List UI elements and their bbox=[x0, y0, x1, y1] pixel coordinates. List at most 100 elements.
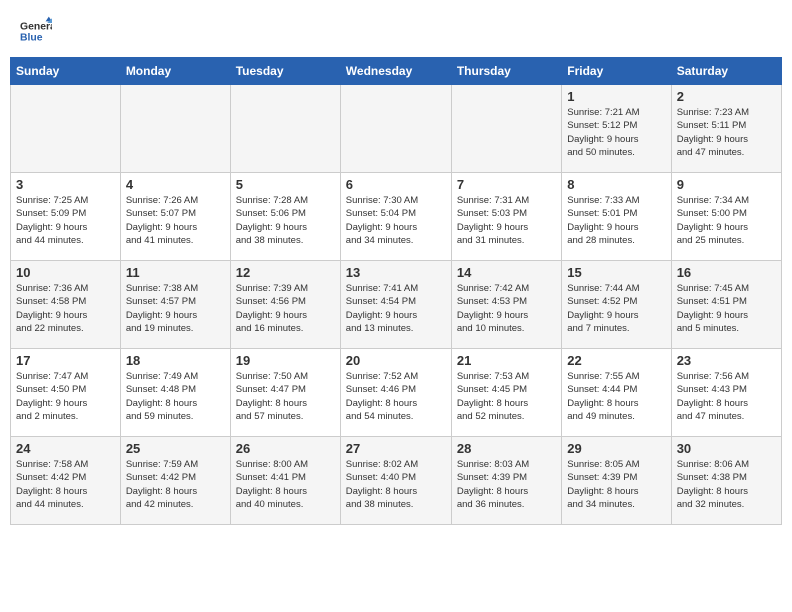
calendar-cell: 14Sunrise: 7:42 AM Sunset: 4:53 PM Dayli… bbox=[451, 261, 561, 349]
day-info: Sunrise: 7:49 AM Sunset: 4:48 PM Dayligh… bbox=[126, 370, 225, 423]
weekday-header-tuesday: Tuesday bbox=[230, 58, 340, 85]
day-info: Sunrise: 7:47 AM Sunset: 4:50 PM Dayligh… bbox=[16, 370, 115, 423]
weekday-header-thursday: Thursday bbox=[451, 58, 561, 85]
day-number: 6 bbox=[346, 177, 446, 192]
day-number: 16 bbox=[677, 265, 776, 280]
day-info: Sunrise: 7:28 AM Sunset: 5:06 PM Dayligh… bbox=[236, 194, 335, 247]
calendar-cell: 8 Sunrise: 7:33 AM Sunset: 5:01 PM Daylig… bbox=[562, 173, 671, 261]
calendar-cell: 24 Sunrise: 7:58 AM Sunset: 4:42 PM Dayli… bbox=[11, 437, 121, 525]
day-number: 22 bbox=[567, 353, 665, 368]
day-number: 15 bbox=[567, 265, 665, 280]
weekday-header-wednesday: Wednesday bbox=[340, 58, 451, 85]
weekday-row: SundayMondayTuesdayWednesdayThursdayFrid… bbox=[11, 58, 782, 85]
day-number: 23 bbox=[677, 353, 776, 368]
weekday-header-friday: Friday bbox=[562, 58, 671, 85]
day-info: Sunrise: 7:30 AM Sunset: 5:04 PM Dayligh… bbox=[346, 194, 446, 247]
calendar-header: SundayMondayTuesdayWednesdayThursdayFrid… bbox=[11, 58, 782, 85]
day-number: 2 bbox=[677, 89, 776, 104]
calendar-table: SundayMondayTuesdayWednesdayThursdayFrid… bbox=[10, 57, 782, 525]
svg-text:General: General bbox=[20, 21, 52, 32]
calendar-cell: 9Sunrise: 7:34 AM Sunset: 5:00 PM Daylig… bbox=[671, 173, 781, 261]
calendar-week-4: 17 Sunrise: 7:47 AM Sunset: 4:50 PM Dayli… bbox=[11, 349, 782, 437]
day-number: 12 bbox=[236, 265, 335, 280]
calendar-cell: 6 Sunrise: 7:30 AM Sunset: 5:04 PM Daylig… bbox=[340, 173, 451, 261]
calendar-cell: 4Sunrise: 7:26 AM Sunset: 5:07 PM Daylig… bbox=[120, 173, 230, 261]
day-number: 19 bbox=[236, 353, 335, 368]
day-number: 21 bbox=[457, 353, 556, 368]
day-info: Sunrise: 7:31 AM Sunset: 5:03 PM Dayligh… bbox=[457, 194, 556, 247]
day-number: 10 bbox=[16, 265, 115, 280]
calendar-cell bbox=[11, 85, 121, 173]
day-number: 14 bbox=[457, 265, 556, 280]
calendar-cell bbox=[451, 85, 561, 173]
day-info: Sunrise: 7:53 AM Sunset: 4:45 PM Dayligh… bbox=[457, 370, 556, 423]
day-number: 20 bbox=[346, 353, 446, 368]
day-number: 18 bbox=[126, 353, 225, 368]
calendar-cell: 19 Sunrise: 7:50 AM Sunset: 4:47 PM Dayli… bbox=[230, 349, 340, 437]
day-number: 27 bbox=[346, 441, 446, 456]
day-number: 1 bbox=[567, 89, 665, 104]
day-info: Sunrise: 7:38 AM Sunset: 4:57 PM Dayligh… bbox=[126, 282, 225, 335]
day-number: 13 bbox=[346, 265, 446, 280]
day-number: 24 bbox=[16, 441, 115, 456]
calendar-cell: 28 Sunrise: 8:03 AM Sunset: 4:39 PM Dayli… bbox=[451, 437, 561, 525]
calendar-cell: 23Sunrise: 7:56 AM Sunset: 4:43 PM Dayli… bbox=[671, 349, 781, 437]
calendar-cell: 22 Sunrise: 7:55 AM Sunset: 4:44 PM Dayli… bbox=[562, 349, 671, 437]
calendar-week-5: 24 Sunrise: 7:58 AM Sunset: 4:42 PM Dayli… bbox=[11, 437, 782, 525]
calendar-cell: 5Sunrise: 7:28 AM Sunset: 5:06 PM Daylig… bbox=[230, 173, 340, 261]
day-info: Sunrise: 7:50 AM Sunset: 4:47 PM Dayligh… bbox=[236, 370, 335, 423]
day-info: Sunrise: 7:59 AM Sunset: 4:42 PM Dayligh… bbox=[126, 458, 225, 511]
day-info: Sunrise: 7:58 AM Sunset: 4:42 PM Dayligh… bbox=[16, 458, 115, 511]
day-number: 26 bbox=[236, 441, 335, 456]
day-info: Sunrise: 7:21 AM Sunset: 5:12 PM Dayligh… bbox=[567, 106, 665, 159]
calendar-cell: 2 Sunrise: 7:23 AM Sunset: 5:11 PM Daylig… bbox=[671, 85, 781, 173]
calendar-week-1: 1 Sunrise: 7:21 AM Sunset: 5:12 PM Daylig… bbox=[11, 85, 782, 173]
weekday-header-sunday: Sunday bbox=[11, 58, 121, 85]
day-number: 29 bbox=[567, 441, 665, 456]
svg-text:Blue: Blue bbox=[20, 33, 43, 44]
calendar-cell bbox=[120, 85, 230, 173]
page-container: General Blue SundayMondayTuesdayWednesda… bbox=[0, 0, 792, 525]
weekday-header-monday: Monday bbox=[120, 58, 230, 85]
day-number: 30 bbox=[677, 441, 776, 456]
calendar-body: 1 Sunrise: 7:21 AM Sunset: 5:12 PM Daylig… bbox=[11, 85, 782, 525]
calendar-cell: 20Sunrise: 7:52 AM Sunset: 4:46 PM Dayli… bbox=[340, 349, 451, 437]
calendar-cell: 3Sunrise: 7:25 AM Sunset: 5:09 PM Daylig… bbox=[11, 173, 121, 261]
calendar-cell: 15 Sunrise: 7:44 AM Sunset: 4:52 PM Dayli… bbox=[562, 261, 671, 349]
day-info: Sunrise: 7:25 AM Sunset: 5:09 PM Dayligh… bbox=[16, 194, 115, 247]
day-number: 11 bbox=[126, 265, 225, 280]
calendar-cell: 25Sunrise: 7:59 AM Sunset: 4:42 PM Dayli… bbox=[120, 437, 230, 525]
calendar-cell: 27 Sunrise: 8:02 AM Sunset: 4:40 PM Dayli… bbox=[340, 437, 451, 525]
day-info: Sunrise: 7:34 AM Sunset: 5:00 PM Dayligh… bbox=[677, 194, 776, 247]
calendar-cell: 18 Sunrise: 7:49 AM Sunset: 4:48 PM Dayli… bbox=[120, 349, 230, 437]
day-info: Sunrise: 7:55 AM Sunset: 4:44 PM Dayligh… bbox=[567, 370, 665, 423]
day-info: Sunrise: 8:02 AM Sunset: 4:40 PM Dayligh… bbox=[346, 458, 446, 511]
calendar-cell bbox=[230, 85, 340, 173]
calendar-cell: 17 Sunrise: 7:47 AM Sunset: 4:50 PM Dayli… bbox=[11, 349, 121, 437]
day-info: Sunrise: 7:36 AM Sunset: 4:58 PM Dayligh… bbox=[16, 282, 115, 335]
day-number: 8 bbox=[567, 177, 665, 192]
day-info: Sunrise: 7:26 AM Sunset: 5:07 PM Dayligh… bbox=[126, 194, 225, 247]
day-info: Sunrise: 7:39 AM Sunset: 4:56 PM Dayligh… bbox=[236, 282, 335, 335]
calendar-cell bbox=[340, 85, 451, 173]
calendar-cell: 11 Sunrise: 7:38 AM Sunset: 4:57 PM Dayli… bbox=[120, 261, 230, 349]
day-info: Sunrise: 7:33 AM Sunset: 5:01 PM Dayligh… bbox=[567, 194, 665, 247]
calendar-cell: 16 Sunrise: 7:45 AM Sunset: 4:51 PM Dayli… bbox=[671, 261, 781, 349]
day-info: Sunrise: 8:00 AM Sunset: 4:41 PM Dayligh… bbox=[236, 458, 335, 511]
day-info: Sunrise: 7:23 AM Sunset: 5:11 PM Dayligh… bbox=[677, 106, 776, 159]
logo-icon: General Blue bbox=[20, 15, 52, 47]
calendar-week-2: 3Sunrise: 7:25 AM Sunset: 5:09 PM Daylig… bbox=[11, 173, 782, 261]
calendar-cell: 7 Sunrise: 7:31 AM Sunset: 5:03 PM Daylig… bbox=[451, 173, 561, 261]
calendar-cell: 26 Sunrise: 8:00 AM Sunset: 4:41 PM Dayli… bbox=[230, 437, 340, 525]
calendar-cell: 21 Sunrise: 7:53 AM Sunset: 4:45 PM Dayli… bbox=[451, 349, 561, 437]
weekday-header-saturday: Saturday bbox=[671, 58, 781, 85]
day-info: Sunrise: 7:45 AM Sunset: 4:51 PM Dayligh… bbox=[677, 282, 776, 335]
day-info: Sunrise: 7:44 AM Sunset: 4:52 PM Dayligh… bbox=[567, 282, 665, 335]
logo: General Blue bbox=[20, 15, 58, 47]
day-number: 17 bbox=[16, 353, 115, 368]
day-number: 7 bbox=[457, 177, 556, 192]
calendar-week-3: 10 Sunrise: 7:36 AM Sunset: 4:58 PM Dayli… bbox=[11, 261, 782, 349]
day-number: 28 bbox=[457, 441, 556, 456]
day-info: Sunrise: 8:03 AM Sunset: 4:39 PM Dayligh… bbox=[457, 458, 556, 511]
calendar-cell: 13Sunrise: 7:41 AM Sunset: 4:54 PM Dayli… bbox=[340, 261, 451, 349]
